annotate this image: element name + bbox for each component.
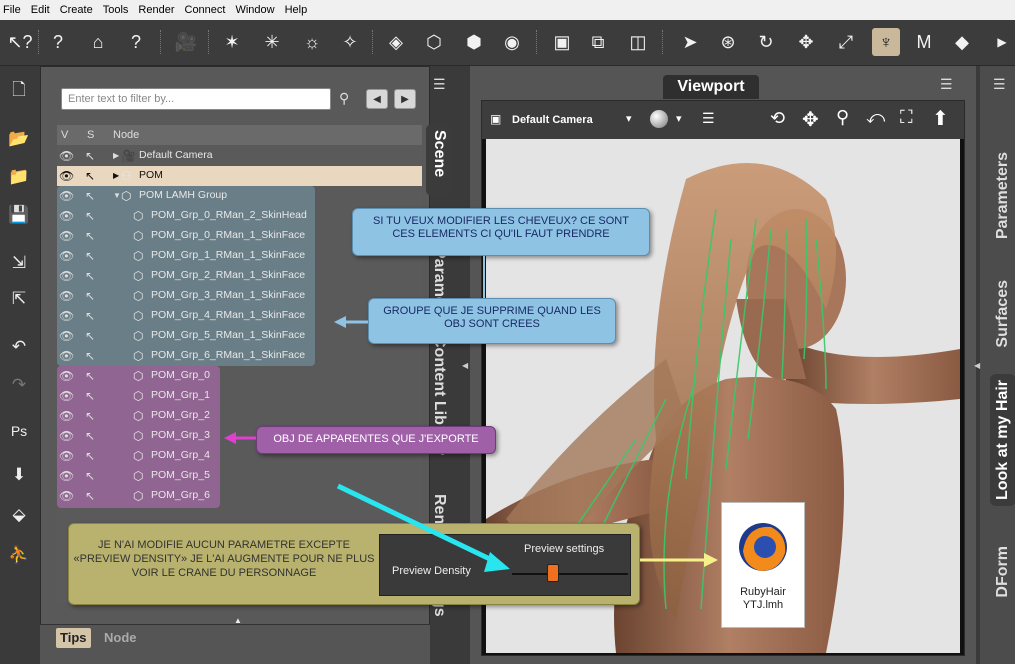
annotation-arrows [224,256,718,572]
file-name: RubyHair YTJ.lmh [740,586,786,611]
firefox-icon [739,523,787,571]
file-card[interactable]: RubyHair YTJ.lmh [721,502,805,628]
